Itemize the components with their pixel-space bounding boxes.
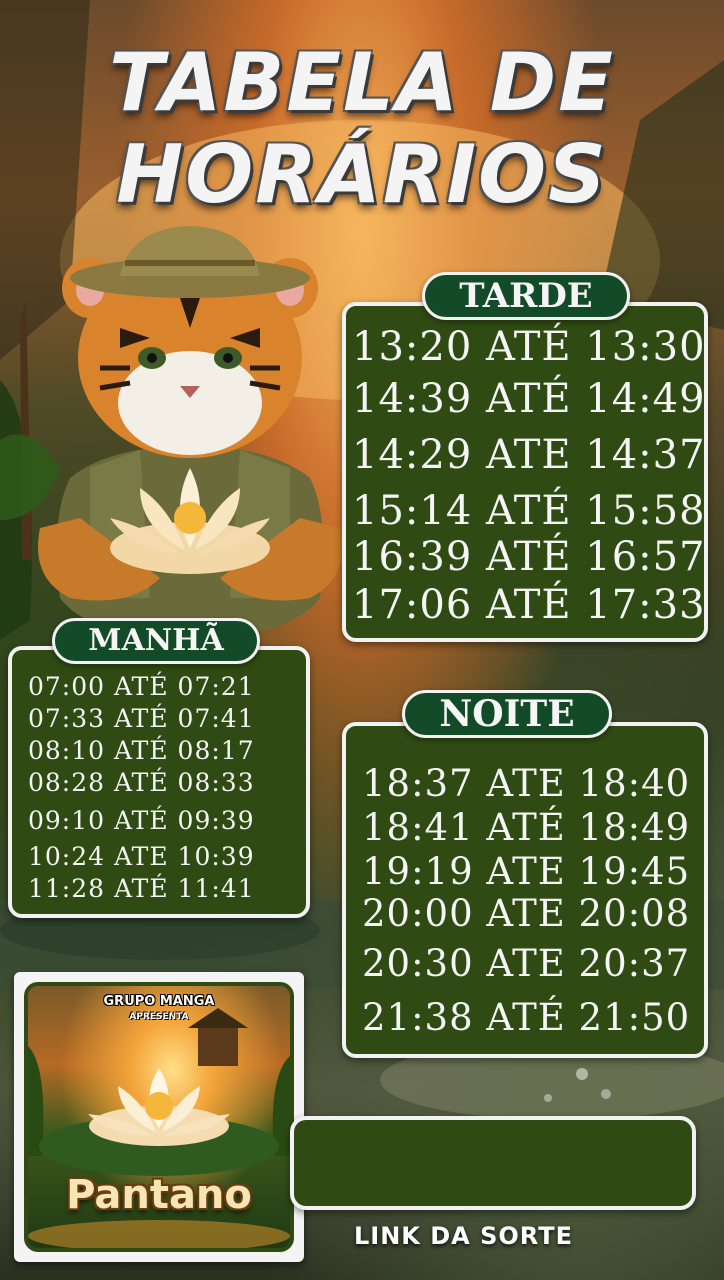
game-promo-card[interactable]: GRUPO MANGA APRESENTA Pantano — [14, 972, 304, 1262]
page-title-line-1: TABELA DE — [109, 36, 615, 129]
link-bar[interactable] — [290, 1116, 696, 1210]
tarde-row-1: 13:20 ATÉ 13:30 — [352, 324, 706, 370]
manha-row-2: 07:33 ATÉ 07:41 — [28, 704, 255, 733]
tarde-row-6: 17:06 ATÉ 17:33 — [352, 582, 706, 628]
page-title-line-2: HORÁRIOS — [116, 128, 608, 221]
noite-section-label: NOITE — [402, 690, 612, 738]
manha-row-6: 10:24 ATE 10:39 — [28, 842, 255, 871]
game-logo-text: Pantano — [66, 1172, 252, 1218]
noite-row-6: 21:38 ATÉ 21:50 — [362, 996, 691, 1039]
tarde-row-4: 15:14 ATÉ 15:58 — [352, 488, 706, 534]
tarde-row-2: 14:39 ATÉ 14:49 — [352, 376, 706, 422]
noite-row-4: 20:00 ATE 20:08 — [362, 892, 691, 935]
tarde-schedule-panel: 13:20 ATÉ 13:30 14:39 ATÉ 14:49 14:29 AT… — [342, 302, 708, 642]
tarde-section-label: TARDE — [422, 272, 630, 320]
presents-label: APRESENTA — [129, 1012, 189, 1022]
noite-row-3: 19:19 ATE 19:45 — [362, 850, 691, 893]
manha-row-5: 09:10 ATÉ 09:39 — [28, 806, 255, 835]
manha-schedule-panel: 07:00 ATÉ 07:21 07:33 ATÉ 07:41 08:10 AT… — [8, 646, 310, 918]
tiger-mascot-illustration — [38, 226, 342, 638]
manha-row-3: 08:10 ATÉ 08:17 — [28, 736, 255, 765]
noite-schedule-panel: 18:37 ATE 18:40 18:41 ATÉ 18:49 19:19 AT… — [342, 722, 708, 1058]
noite-row-1: 18:37 ATE 18:40 — [362, 762, 691, 805]
tarde-row-5: 16:39 ATÉ 16:57 — [352, 534, 706, 580]
game-promo-artwork: GRUPO MANGA APRESENTA Pantano — [24, 982, 294, 1252]
presenter-label: GRUPO MANGA — [103, 994, 215, 1009]
manha-row-4: 08:28 ATÉ 08:33 — [28, 768, 255, 797]
manha-row-1: 07:00 ATÉ 07:21 — [28, 672, 255, 701]
tarde-row-3: 14:29 ATE 14:37 — [352, 432, 706, 478]
noite-row-2: 18:41 ATÉ 18:49 — [362, 806, 691, 849]
noite-row-5: 20:30 ATE 20:37 — [362, 942, 691, 985]
manha-section-label: MANHÃ — [52, 618, 260, 664]
manha-row-7: 11:28 ATÉ 11:41 — [28, 874, 255, 903]
link-label[interactable]: LINK DA SORTE — [354, 1222, 573, 1250]
